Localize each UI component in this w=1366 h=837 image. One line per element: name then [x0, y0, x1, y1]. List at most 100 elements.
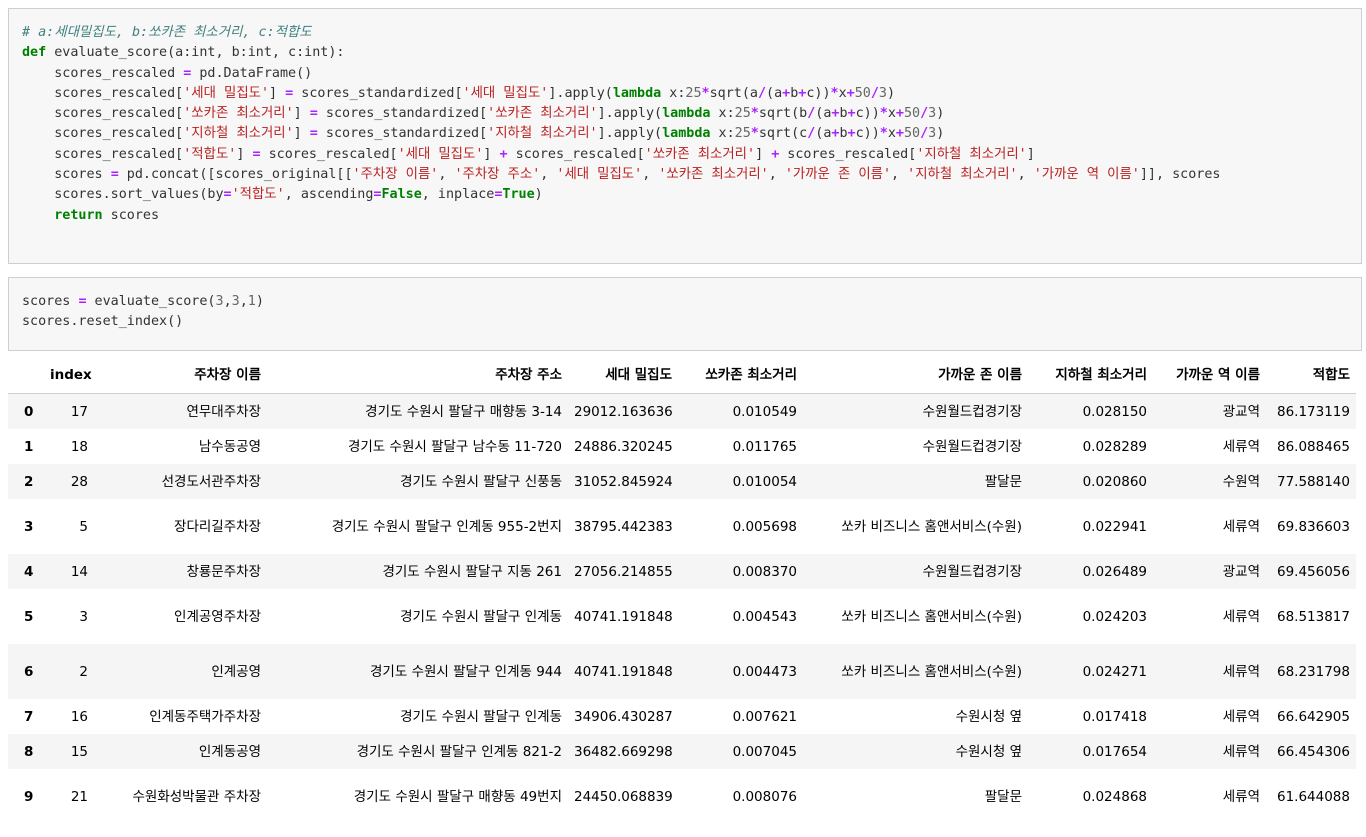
table-cell: 0.017654: [1082, 743, 1147, 760]
code-cell-call-evaluate[interactable]: scores = evaluate_score(3,3,1) scores.res…: [8, 277, 1362, 351]
table-cell: 인계공영주차장: [174, 608, 261, 625]
table-cell: 69.836603: [1276, 518, 1350, 535]
table-row: 8 15 인계동공영 경기도 수원시 팔달구 인계동 821-2 36482.66929…: [8, 734, 1356, 769]
table-cell: 34906.430287: [574, 708, 673, 725]
code-token: 25: [734, 126, 751, 142]
table-cell: 경기도 수원시 팔달구 인계동 821-2: [356, 743, 562, 760]
code-line: scores_rescaled['적합도'] = scores_rescaled…: [22, 145, 1361, 165]
code-token: '지하철 최소거리': [487, 126, 598, 142]
code-token: +: [847, 126, 856, 142]
code-token: ,: [223, 294, 232, 309]
code-token: (a: [815, 106, 832, 122]
code-token: /: [870, 85, 879, 101]
table-cell: 세류역: [1222, 518, 1260, 535]
table-cell: 0.007045: [732, 743, 797, 760]
code-line: scores = evaluate_score(3,3,1): [22, 292, 1361, 312]
code-token: +: [499, 146, 508, 162]
code-token: scores: [102, 207, 160, 223]
table-cell: 경기도 수원시 팔달구 인계동 955-2번지: [331, 518, 562, 535]
table-cell: 27056.214855: [574, 563, 673, 580]
table-cell: 40741.191848: [574, 663, 673, 680]
row-index-cell: 1: [24, 438, 34, 455]
header-cell: 가까운 역 이름: [1153, 360, 1266, 394]
code-token: ]: [1026, 146, 1035, 162]
code-line: scores.sort_values(by='적합도', ascending=F…: [22, 185, 1361, 205]
table-cell: 0.010549: [732, 403, 797, 420]
code-token: '가까운 존 이름': [784, 167, 892, 183]
table-row: 1 18 남수동공영 경기도 수원시 팔달구 남수동 11-720 24886.3202…: [8, 429, 1356, 464]
code-token: ].apply(: [548, 85, 613, 101]
table-cell: 5: [79, 518, 88, 535]
dataframe-table: index 주차장 이름 주차장 주소 세대 밀집도 쏘카존 최소거리 가까운 …: [8, 360, 1356, 824]
code-token: '지하철 최소거리': [183, 126, 294, 142]
table-cell: 38795.442383: [574, 518, 673, 535]
table-cell: 40741.191848: [574, 608, 673, 625]
table-cell: 66.454306: [1276, 743, 1350, 760]
table-cell: 14: [70, 563, 88, 580]
table-cell: 0.024868: [1082, 788, 1147, 805]
table-cell: 0.028289: [1082, 438, 1147, 455]
row-index-cell: 8: [24, 743, 34, 760]
table-cell: 0.005698: [732, 518, 797, 535]
code-token: ].apply(: [597, 106, 663, 122]
code-token: x: [838, 85, 847, 101]
table-cell: 수원역: [1222, 473, 1260, 490]
code-line: def evaluate_score(a:int, b:int, c:int):: [22, 43, 1361, 63]
table-row: 5 3 인계공영주차장 경기도 수원시 팔달구 인계동 40741.191848 0.00…: [8, 589, 1356, 644]
row-index-cell: 7: [24, 708, 34, 725]
code-token: scores_rescaled[: [22, 126, 184, 142]
table-cell: 28: [70, 473, 88, 490]
code-token: +: [846, 85, 855, 101]
code-editor[interactable]: scores = evaluate_score(3,3,1) scores.res…: [9, 278, 1361, 333]
code-token: ]: [755, 146, 772, 162]
code-token: ].apply(: [597, 126, 663, 142]
table-cell: 0.024203: [1082, 608, 1147, 625]
code-editor[interactable]: # a:세대밀집도, b:쏘카존 최소거리, c:적합도 def evaluate…: [9, 9, 1361, 226]
table-cell: 연무대주차장: [186, 403, 261, 420]
code-token: ]: [269, 85, 286, 101]
code-token: b: [839, 106, 848, 122]
code-token: ]: [293, 106, 310, 122]
code-token: ]: [483, 146, 500, 162]
code-token: scores: [22, 167, 111, 183]
table-cell: 31052.845924: [574, 473, 673, 490]
table-cell: 86.088465: [1276, 438, 1350, 455]
table-cell: 0.011765: [732, 438, 797, 455]
table-cell: 17: [70, 403, 88, 420]
table-cell: 0.004473: [732, 663, 797, 680]
code-token: lambda: [662, 126, 711, 142]
code-token: scores: [22, 294, 79, 309]
table-cell: 24450.068839: [574, 788, 673, 805]
row-index-cell: 5: [24, 608, 34, 625]
output-area: index 주차장 이름 주차장 주소 세대 밀집도 쏘카존 최소거리 가까운 …: [8, 360, 1356, 824]
code-cell-evaluate-score[interactable]: # a:세대밀집도, b:쏘카존 최소거리, c:적합도 def evaluate…: [8, 8, 1362, 264]
row-index-cell: 3: [24, 518, 34, 535]
table-cell: 쏘카 비즈니스 홈앤서비스(수원): [841, 518, 1022, 535]
code-token: lambda: [662, 106, 711, 122]
code-token: ,: [540, 167, 557, 183]
table-row: 7 16 인계동주택가주차장 경기도 수원시 팔달구 인계동 34906.430287 0…: [8, 699, 1356, 734]
table-cell: 수원월드컵경기장: [922, 403, 1022, 420]
code-token: 3: [215, 294, 224, 309]
code-token: ): [886, 85, 896, 101]
code-token: scores.reset_index(): [22, 314, 184, 330]
table-cell: 0.008076: [732, 788, 797, 805]
table-cell: 수원시청 옆: [955, 708, 1022, 725]
header-cell: 지하철 최소거리: [1028, 360, 1153, 394]
code-line: scores = pd.concat([scores_original[['주차…: [22, 165, 1361, 185]
code-token: *: [750, 106, 759, 122]
code-token: 3: [928, 126, 937, 142]
code-token: sqrt(c: [758, 126, 808, 142]
code-line: scores_rescaled['세대 밀집도'] = scores_stand…: [22, 84, 1361, 104]
table-cell: 선경도서관주차장: [161, 473, 261, 490]
table-cell: 쏘카 비즈니스 홈앤서비스(수원): [841, 663, 1022, 680]
code-token: ): [936, 106, 945, 122]
code-token: True: [502, 187, 535, 203]
table-cell: 경기도 수원시 팔달구 신풍동: [400, 473, 562, 490]
table-cell: 세류역: [1222, 438, 1260, 455]
table-cell: 창룡문주차장: [186, 563, 261, 580]
table-cell: 인계동공영: [198, 743, 261, 760]
table-cell: 29012.163636: [574, 403, 673, 420]
code-token: ]: [236, 146, 253, 162]
